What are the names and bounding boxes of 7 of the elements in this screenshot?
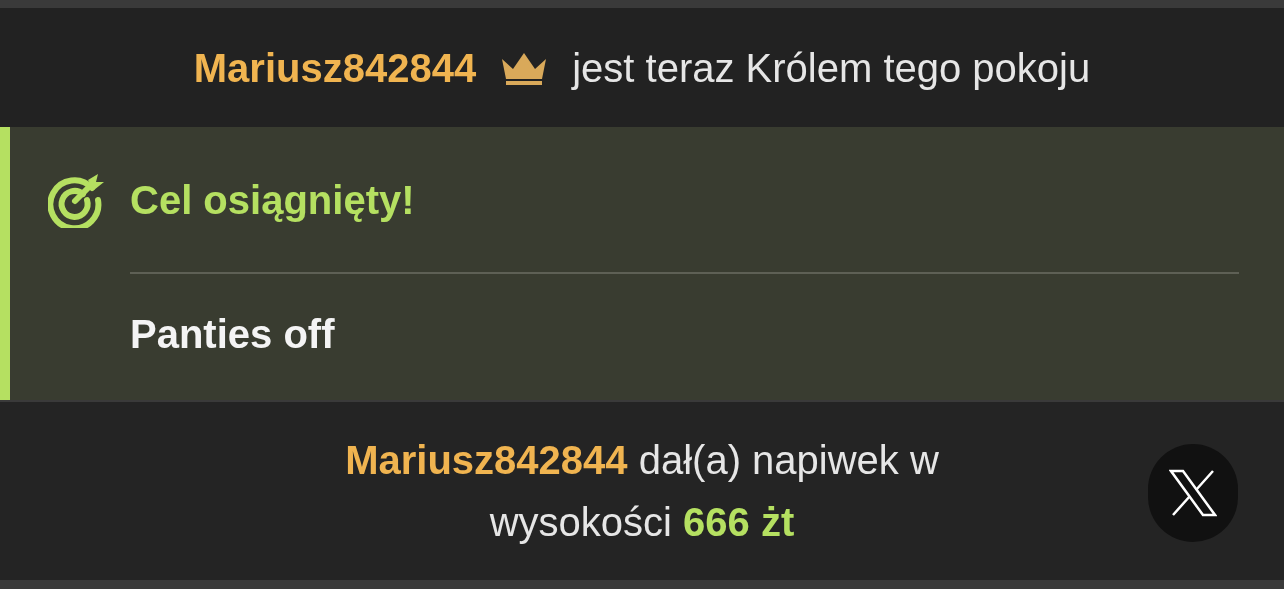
goal-title: Cel osiągnięty! xyxy=(130,176,415,224)
cross-icon xyxy=(1169,469,1217,517)
king-message: jest teraz Królem tego pokoju xyxy=(572,44,1091,92)
username[interactable]: Mariusz842844 xyxy=(193,37,477,98)
target-icon xyxy=(48,171,104,228)
tip-message: Mariusz842844 dał(a) napiwek w wysokości 666 żt xyxy=(344,437,940,546)
goal-description: Panties off xyxy=(130,311,336,358)
